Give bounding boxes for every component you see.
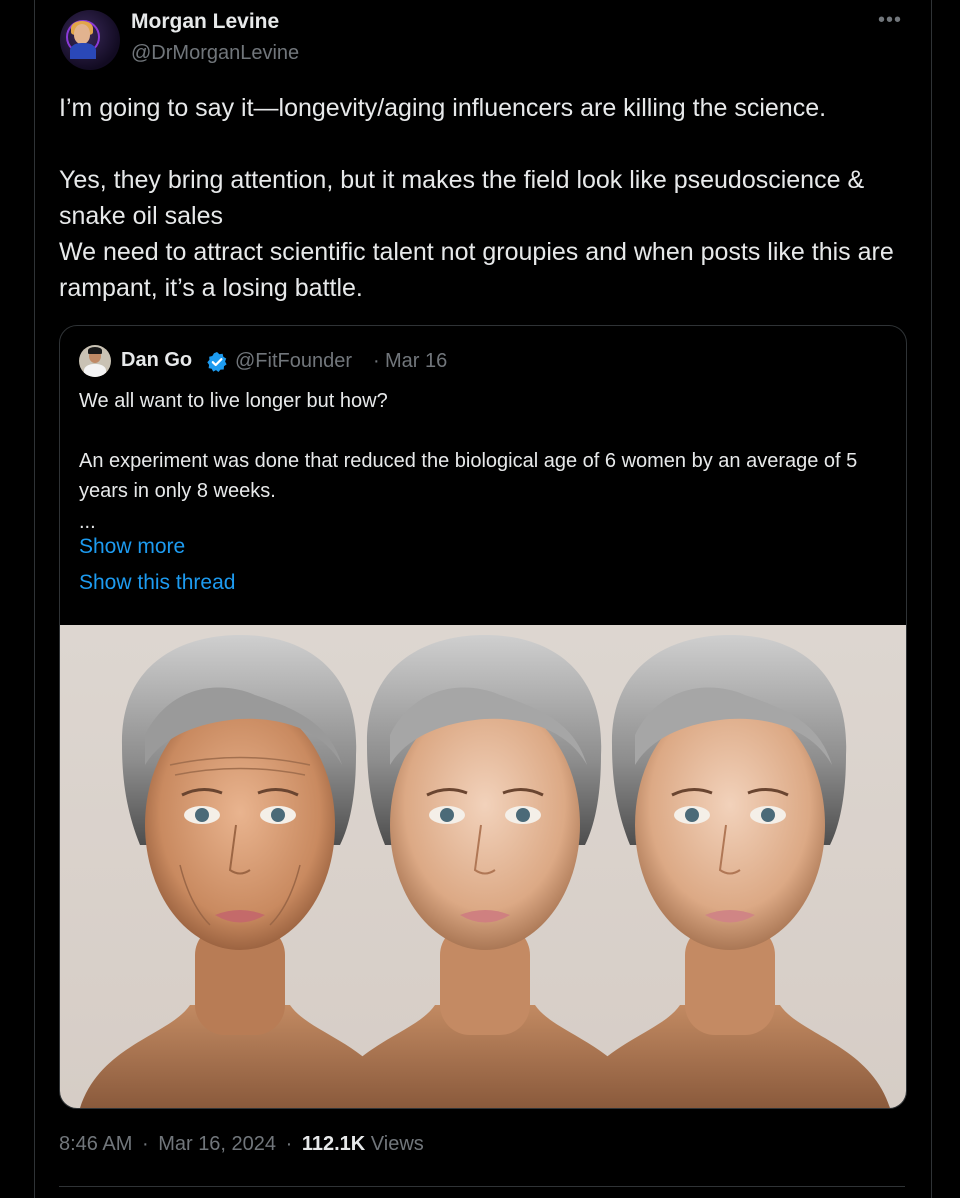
face-old: [80, 635, 400, 1108]
three-faces-illustration: [80, 635, 890, 1108]
quoted-author-avatar[interactable]: [79, 345, 111, 377]
tweet-paragraph-2: Yes, they bring attention, but it makes …: [59, 166, 865, 230]
quoted-date[interactable]: Mar 16: [385, 350, 447, 373]
quoted-paragraph-gap: [79, 416, 879, 446]
tweet-text: I’m going to say it—longevity/aging infl…: [59, 90, 919, 306]
quoted-paragraph-1: We all want to live longer but how?: [79, 390, 388, 412]
tweet-paragraph-1: I’m going to say it—longevity/aging infl…: [59, 94, 827, 122]
quoted-meta-separator: ·: [373, 350, 380, 372]
quoted-tweet-card[interactable]: Dan Go @FitFounder · Mar 16 We all want …: [59, 325, 907, 1109]
quoted-ellipsis: ...: [79, 511, 96, 533]
face-middle: [325, 635, 645, 1108]
post-time[interactable]: 8:46 AM: [59, 1133, 132, 1155]
post-date[interactable]: Mar 16, 2024: [158, 1133, 276, 1155]
author-name[interactable]: Morgan Levine: [131, 10, 279, 34]
show-thread-link[interactable]: Show this thread: [79, 571, 235, 595]
avatar-body: [70, 43, 96, 59]
meta-separator-1: ·: [141, 1133, 149, 1155]
author-avatar[interactable]: [60, 10, 120, 70]
views-label: Views: [370, 1133, 424, 1155]
quoted-avatar-body: [84, 364, 106, 377]
quoted-paragraph-2: An experiment was done that reduced the …: [79, 450, 858, 502]
more-horizontal-icon[interactable]: •••: [876, 10, 904, 30]
column-border-right: [931, 0, 932, 1198]
meta-separator-2: ·: [285, 1133, 293, 1155]
quoted-media-image[interactable]: [60, 625, 906, 1108]
avatar-face: [74, 24, 90, 44]
bottom-divider: [59, 1186, 905, 1187]
tweet-paragraph-3: We need to attract scientific talent not…: [59, 238, 894, 302]
quoted-author-handle[interactable]: @FitFounder: [235, 350, 352, 373]
show-more-link[interactable]: Show more: [79, 535, 185, 559]
author-handle[interactable]: @DrMorganLevine: [131, 42, 299, 65]
quoted-avatar-hair: [88, 347, 102, 354]
quoted-author-name[interactable]: Dan Go: [121, 349, 192, 372]
column-border-left: [34, 0, 35, 1198]
face-young: [570, 635, 890, 1108]
quoted-tweet-text: We all want to live longer but how? An e…: [79, 386, 879, 506]
verified-badge-icon: [207, 352, 227, 372]
views-count: 112.1K: [301, 1133, 366, 1155]
post-meta: 8:46 AM · Mar 16, 2024 · 112.1K Views: [59, 1133, 424, 1156]
